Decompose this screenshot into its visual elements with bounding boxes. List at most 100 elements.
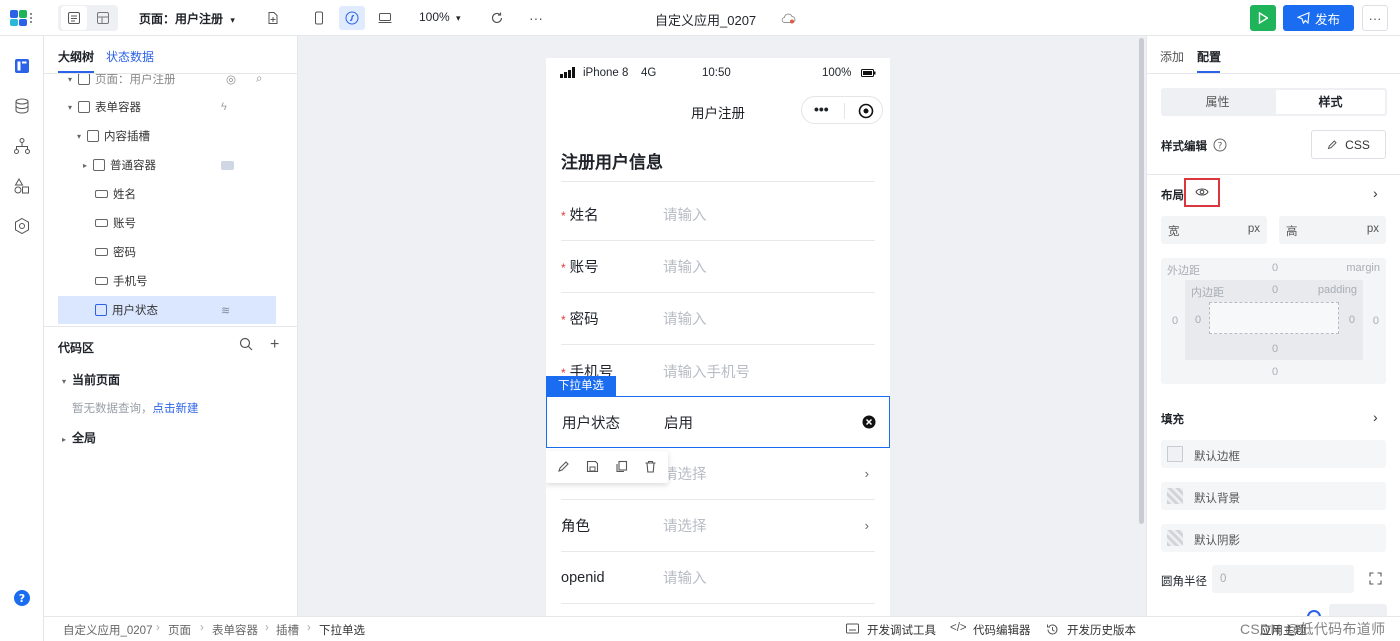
- padding-right-value[interactable]: 0: [1349, 314, 1355, 326]
- copy-icon[interactable]: [615, 460, 628, 473]
- search-icon[interactable]: [239, 337, 253, 351]
- capsule-menu[interactable]: •••: [801, 96, 883, 124]
- more-icon[interactable]: ···: [523, 6, 549, 30]
- outline-view-icon[interactable]: [61, 6, 87, 30]
- role-field[interactable]: 角色 请选择 ›: [561, 500, 875, 552]
- fill-shadow-item[interactable]: 默认阴影: [1161, 524, 1386, 552]
- layers-icon[interactable]: ≋: [221, 304, 230, 317]
- clock: 10:50: [702, 67, 731, 79]
- breadcrumb-separator: ›: [265, 622, 269, 634]
- lightning-icon[interactable]: ϟ: [221, 101, 227, 113]
- outline-panel-icon[interactable]: [10, 54, 34, 78]
- fill-border-item[interactable]: 默认边框: [1161, 440, 1386, 468]
- new-page-icon[interactable]: [260, 6, 286, 30]
- css-button[interactable]: CSS: [1311, 130, 1386, 159]
- components-icon[interactable]: [10, 174, 34, 198]
- global-group[interactable]: ▸ 全局: [62, 429, 96, 446]
- caret-icon: ▾: [77, 131, 82, 141]
- margin-bottom-value[interactable]: 0: [1272, 366, 1278, 378]
- breadcrumb-form-container[interactable]: 表单容器: [212, 622, 258, 638]
- tree-item-common-container[interactable]: ▸ 普通容器: [44, 151, 298, 179]
- background-swatch-icon: [1167, 488, 1183, 504]
- help-icon[interactable]: ?: [10, 586, 34, 610]
- tab-config[interactable]: 配置: [1197, 48, 1221, 65]
- openid-field[interactable]: openid 请输入: [561, 552, 875, 604]
- battery-icon: [861, 69, 876, 77]
- radius-input[interactable]: 0: [1212, 565, 1354, 593]
- component-action-bar: [546, 451, 668, 483]
- history-version-button[interactable]: 开发历史版本: [1067, 622, 1136, 638]
- help-icon[interactable]: ?: [1213, 138, 1227, 152]
- tab-state-data[interactable]: 状态数据: [106, 48, 154, 65]
- settings-icon[interactable]: [10, 214, 34, 238]
- account-field[interactable]: * 账号 请输入: [561, 241, 875, 293]
- edit-icon[interactable]: [557, 460, 570, 473]
- history-icon: [1046, 623, 1059, 636]
- chevron-right-icon[interactable]: ›: [1373, 409, 1378, 425]
- breadcrumb-page[interactable]: 页面: [168, 622, 191, 638]
- eye-icon-highlight[interactable]: [1184, 178, 1220, 207]
- breadcrumb-slot[interactable]: 插槽: [276, 622, 299, 638]
- desktop-preview-icon[interactable]: [372, 6, 398, 30]
- selected-component-tag[interactable]: 下拉单选: [546, 376, 616, 396]
- search-icon[interactable]: ⌕: [256, 74, 262, 86]
- margin-left-value[interactable]: 0: [1172, 315, 1178, 327]
- content-box: [1209, 302, 1339, 334]
- segment-properties[interactable]: 属性: [1161, 88, 1274, 116]
- save-icon[interactable]: [586, 460, 599, 473]
- segment-style[interactable]: 样式: [1276, 90, 1385, 114]
- database-icon[interactable]: [10, 94, 34, 118]
- clear-icon[interactable]: [862, 415, 876, 429]
- margin-top-value[interactable]: 0: [1272, 262, 1278, 274]
- margin-right-value[interactable]: 0: [1373, 315, 1379, 327]
- more-menu-button[interactable]: ···: [1362, 5, 1388, 31]
- fill-background-item[interactable]: 默认背景: [1161, 482, 1386, 510]
- zoom-select[interactable]: 100% ▾: [419, 10, 461, 24]
- debug-tools-button[interactable]: 开发调试工具: [867, 622, 936, 638]
- page-selector[interactable]: 页面：用户注册 ▾: [139, 10, 235, 27]
- caret-icon: ▸: [83, 160, 88, 170]
- run-button[interactable]: [1250, 5, 1276, 31]
- margin-word: margin: [1346, 262, 1380, 274]
- publish-button[interactable]: 发布: [1283, 5, 1354, 31]
- tree-item-user-status[interactable]: 用户状态 ≋: [58, 296, 276, 324]
- logo-icon[interactable]: [10, 9, 34, 27]
- tree-item-phone[interactable]: 手机号: [44, 267, 298, 295]
- name-field[interactable]: * 姓名 请输入: [561, 189, 875, 241]
- password-field[interactable]: * 密码 请输入: [561, 293, 875, 345]
- canvas-scrollbar[interactable]: [1139, 38, 1144, 524]
- eye-icon[interactable]: ◎: [226, 74, 236, 86]
- create-query-link[interactable]: 点击新建: [153, 403, 199, 415]
- tree-item-content-slot[interactable]: ▾ 内容插槽: [44, 122, 298, 150]
- user-status-select[interactable]: 用户状态 启用: [546, 396, 890, 448]
- height-input[interactable]: 高 px: [1279, 216, 1386, 244]
- title-divider: [561, 181, 875, 182]
- padding-left-value[interactable]: 0: [1195, 314, 1201, 326]
- layout-view-icon[interactable]: [90, 6, 116, 30]
- tree-item-page[interactable]: ▾ 页面：用户注册 ◎ ⌕: [44, 74, 298, 93]
- padding-bottom-value[interactable]: 0: [1272, 343, 1278, 355]
- flow-icon[interactable]: [10, 134, 34, 158]
- tab-outline-tree[interactable]: 大纲树: [58, 48, 94, 65]
- add-icon[interactable]: +: [270, 336, 279, 354]
- tab-add[interactable]: 添加: [1160, 48, 1184, 65]
- delete-icon[interactable]: [644, 460, 657, 473]
- current-page-group[interactable]: ▾ 当前页面: [62, 371, 120, 388]
- padding-top-value[interactable]: 0: [1272, 284, 1278, 296]
- tree-item-account[interactable]: 账号: [44, 209, 298, 237]
- miniprogram-preview-icon[interactable]: [339, 6, 365, 30]
- breadcrumb-app[interactable]: 自定义应用_0207: [63, 622, 152, 638]
- close-target-icon[interactable]: [858, 103, 874, 119]
- code-editor-button[interactable]: 代码编辑器: [973, 622, 1031, 638]
- refresh-icon[interactable]: [484, 6, 510, 30]
- more-dots-icon[interactable]: •••: [814, 101, 829, 117]
- tree-item-form-container[interactable]: ▾ 表单容器 ϟ: [44, 93, 298, 121]
- container-icon: [78, 101, 90, 113]
- expand-icon[interactable]: [1369, 572, 1382, 585]
- tree-item-password[interactable]: 密码: [44, 238, 298, 266]
- tree-item-name[interactable]: 姓名: [44, 180, 298, 208]
- width-input[interactable]: 宽 px: [1161, 216, 1267, 244]
- chevron-right-icon[interactable]: ›: [1373, 185, 1378, 201]
- mobile-preview-icon[interactable]: [306, 6, 332, 30]
- field-label: openid: [561, 569, 605, 586]
